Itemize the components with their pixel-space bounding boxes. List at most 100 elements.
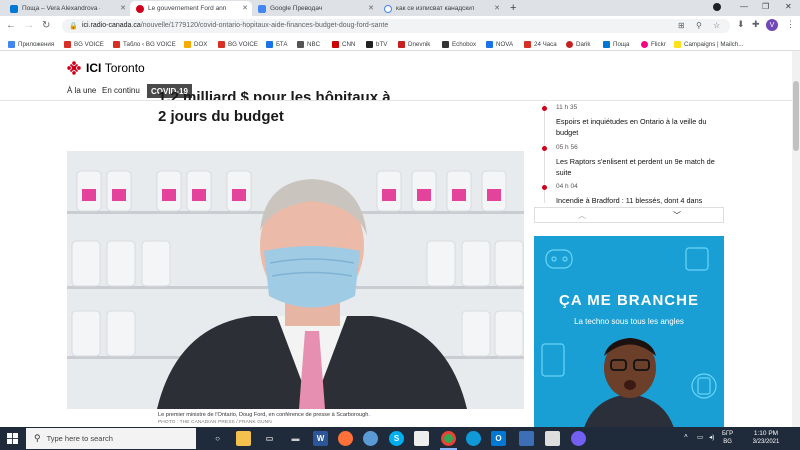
app-icon[interactable] — [414, 431, 429, 446]
volume-icon[interactable]: ◂) — [709, 433, 714, 441]
tab-search-icon[interactable] — [713, 3, 721, 11]
nav-en-continu[interactable]: En continu — [102, 86, 140, 95]
timeline-dot — [542, 106, 547, 111]
image-credit: PHOTO : THE CANADIAN PRESS / FRANK GUNN — [158, 420, 272, 425]
bookmark-item[interactable]: Dnevnik — [398, 39, 430, 49]
viber-icon[interactable] — [571, 431, 586, 446]
feed-down-button[interactable]: ﹀ — [630, 208, 724, 222]
maximize-button[interactable]: ❐ — [762, 2, 769, 11]
cbc-gem-logo[interactable] — [67, 61, 81, 75]
news-title[interactable]: Espoirs et inquiétudes en Ontario à la v… — [556, 116, 721, 138]
bookmark-icon — [398, 40, 405, 48]
app-icon[interactable]: ▬ — [288, 431, 303, 446]
bookmark-item[interactable]: Echobox — [442, 39, 476, 49]
windows-start-icon[interactable] — [7, 433, 18, 444]
translate-page-icon[interactable]: ⊞ — [678, 21, 685, 30]
tray-chevron-icon[interactable]: ˄ — [684, 433, 688, 440]
close-icon[interactable]: ✕ — [494, 4, 500, 12]
bookmark-icon — [218, 40, 225, 48]
page-scrollbar[interactable] — [792, 51, 800, 427]
taskbar-clock[interactable]: 1:10 PM 3/23/2021 — [742, 430, 790, 445]
bookmark-item[interactable]: BG VOICE — [218, 39, 258, 49]
language-indicator[interactable]: БГР BG — [722, 430, 733, 446]
bookmark-star-icon[interactable]: ☆ — [713, 21, 720, 30]
extension-icon[interactable]: ⬇ — [737, 19, 745, 30]
address-bar[interactable]: 🔒 ici.radio-canada.ca/nouvelle/1779120/c… — [62, 19, 730, 33]
nav-a-la-une[interactable]: À la une — [67, 86, 96, 95]
close-window-button[interactable]: ✕ — [785, 2, 792, 11]
bookmark-item[interactable]: БТА — [266, 39, 287, 49]
bookmark-item[interactable]: Campaigns | Mailch... — [674, 39, 743, 49]
minimize-button[interactable]: — — [740, 2, 748, 11]
task-view-icon[interactable]: ○ — [210, 431, 225, 446]
file-explorer-icon[interactable] — [236, 431, 251, 446]
zoom-icon[interactable]: ⚲ — [696, 21, 702, 30]
news-item[interactable]: 04 h 04 Incendie à Bradford : 11 blessés… — [534, 182, 724, 208]
mailchimp-icon — [674, 40, 681, 48]
skype-icon[interactable]: S — [389, 431, 404, 446]
article-hero-image — [67, 151, 524, 409]
news-title[interactable]: Les Raptors s'enlisent et perdent un 9e … — [556, 156, 721, 178]
bookmark-item[interactable]: NOVA — [486, 39, 513, 49]
bookmark-icon — [266, 40, 273, 48]
bookmark-icon — [486, 40, 493, 48]
app-icon[interactable] — [519, 431, 534, 446]
bookmark-icon — [524, 40, 531, 48]
search-placeholder: Type here to search — [46, 434, 113, 443]
feed-up-button[interactable]: ︿ — [535, 208, 629, 222]
new-tab-button[interactable]: + — [510, 2, 516, 14]
reload-icon[interactable]: ↻ — [42, 20, 50, 31]
scrollbar-thumb[interactable] — [793, 81, 799, 151]
tab-google-translate[interactable]: Google Преводач ✕ — [252, 1, 378, 16]
tab-label: Google Преводач — [270, 5, 323, 12]
app-icon[interactable] — [545, 431, 560, 446]
timeline-dot — [542, 146, 547, 151]
tab-radio-canada[interactable]: Le gouvernement Ford annonce ✕ — [130, 1, 252, 16]
bookmark-item[interactable]: NBC — [297, 39, 320, 49]
site-brand[interactable]: ICI Toronto — [86, 61, 145, 75]
outlook-icon[interactable]: O — [491, 431, 506, 446]
edge-icon[interactable] — [466, 431, 481, 446]
back-icon[interactable]: ← — [6, 20, 16, 31]
ad-person-image — [584, 338, 674, 427]
profile-avatar[interactable]: V — [766, 19, 778, 31]
app-icon[interactable]: ▭ — [262, 431, 277, 446]
bookmark-icon — [332, 40, 339, 48]
article-headline: 1,2 milliard $ pour les hôpitaux à 2 jou… — [158, 89, 391, 125]
extensions-puzzle-icon[interactable]: ✚ — [752, 19, 760, 30]
bookmark-item[interactable]: Flickr — [641, 39, 666, 49]
taskbar-search-box[interactable]: ⚲ Type here to search — [26, 428, 196, 449]
timeline-dot — [542, 185, 547, 190]
tab-google-search[interactable]: как се изписват канадските до ✕ — [378, 1, 504, 16]
bookmark-item[interactable]: DOX — [184, 39, 207, 49]
windows-taskbar: ⚲ Type here to search ○ ▭ ▬ W S O ˄ ▭ ◂)… — [0, 427, 800, 450]
close-icon[interactable]: ✕ — [242, 4, 248, 12]
close-icon[interactable]: ✕ — [368, 4, 374, 12]
menu-icon[interactable]: ⋮ — [786, 19, 795, 30]
bookmark-item[interactable]: BG VOICE — [64, 39, 104, 49]
bookmark-item[interactable]: Darik — [566, 39, 590, 49]
bookmark-item[interactable]: CNN — [332, 39, 355, 49]
lock-icon: 🔒 — [69, 23, 78, 30]
url-text: ici.radio-canada.ca/nouvelle/1779120/cov… — [82, 22, 389, 29]
advertisement[interactable]: ÇA ME BRANCHE La techno sous tous les an… — [534, 236, 724, 427]
app-icon[interactable] — [363, 431, 378, 446]
firefox-icon[interactable] — [338, 431, 353, 446]
chrome-icon[interactable] — [441, 431, 456, 446]
bookmark-item[interactable]: 24 Часа — [524, 39, 557, 49]
folder-icon — [184, 40, 191, 48]
bookmark-item[interactable]: Табло ‹ BG VOICE — [113, 39, 176, 49]
tab-outlook[interactable]: Поща – Vera Alexandrova – Outl ✕ — [4, 1, 130, 16]
word-icon[interactable]: W — [313, 431, 328, 446]
news-feed: 11 h 35 Espoirs et inquiétudes en Ontari… — [534, 103, 724, 223]
bookmark-item[interactable]: bTV — [366, 39, 387, 49]
network-icon[interactable]: ▭ — [697, 433, 703, 441]
outlook-icon — [10, 4, 18, 13]
bookmark-icon — [366, 40, 373, 48]
close-icon[interactable]: ✕ — [120, 4, 126, 12]
bookmark-apps[interactable]: Приложения — [8, 39, 54, 49]
bookmark-item[interactable]: Поща — [603, 39, 629, 49]
news-title[interactable]: Incendie à Bradford : 11 blessés, dont 4… — [556, 195, 721, 206]
forward-icon[interactable]: → — [24, 20, 34, 31]
tab-label: Le gouvernement Ford annonce — [148, 5, 226, 12]
